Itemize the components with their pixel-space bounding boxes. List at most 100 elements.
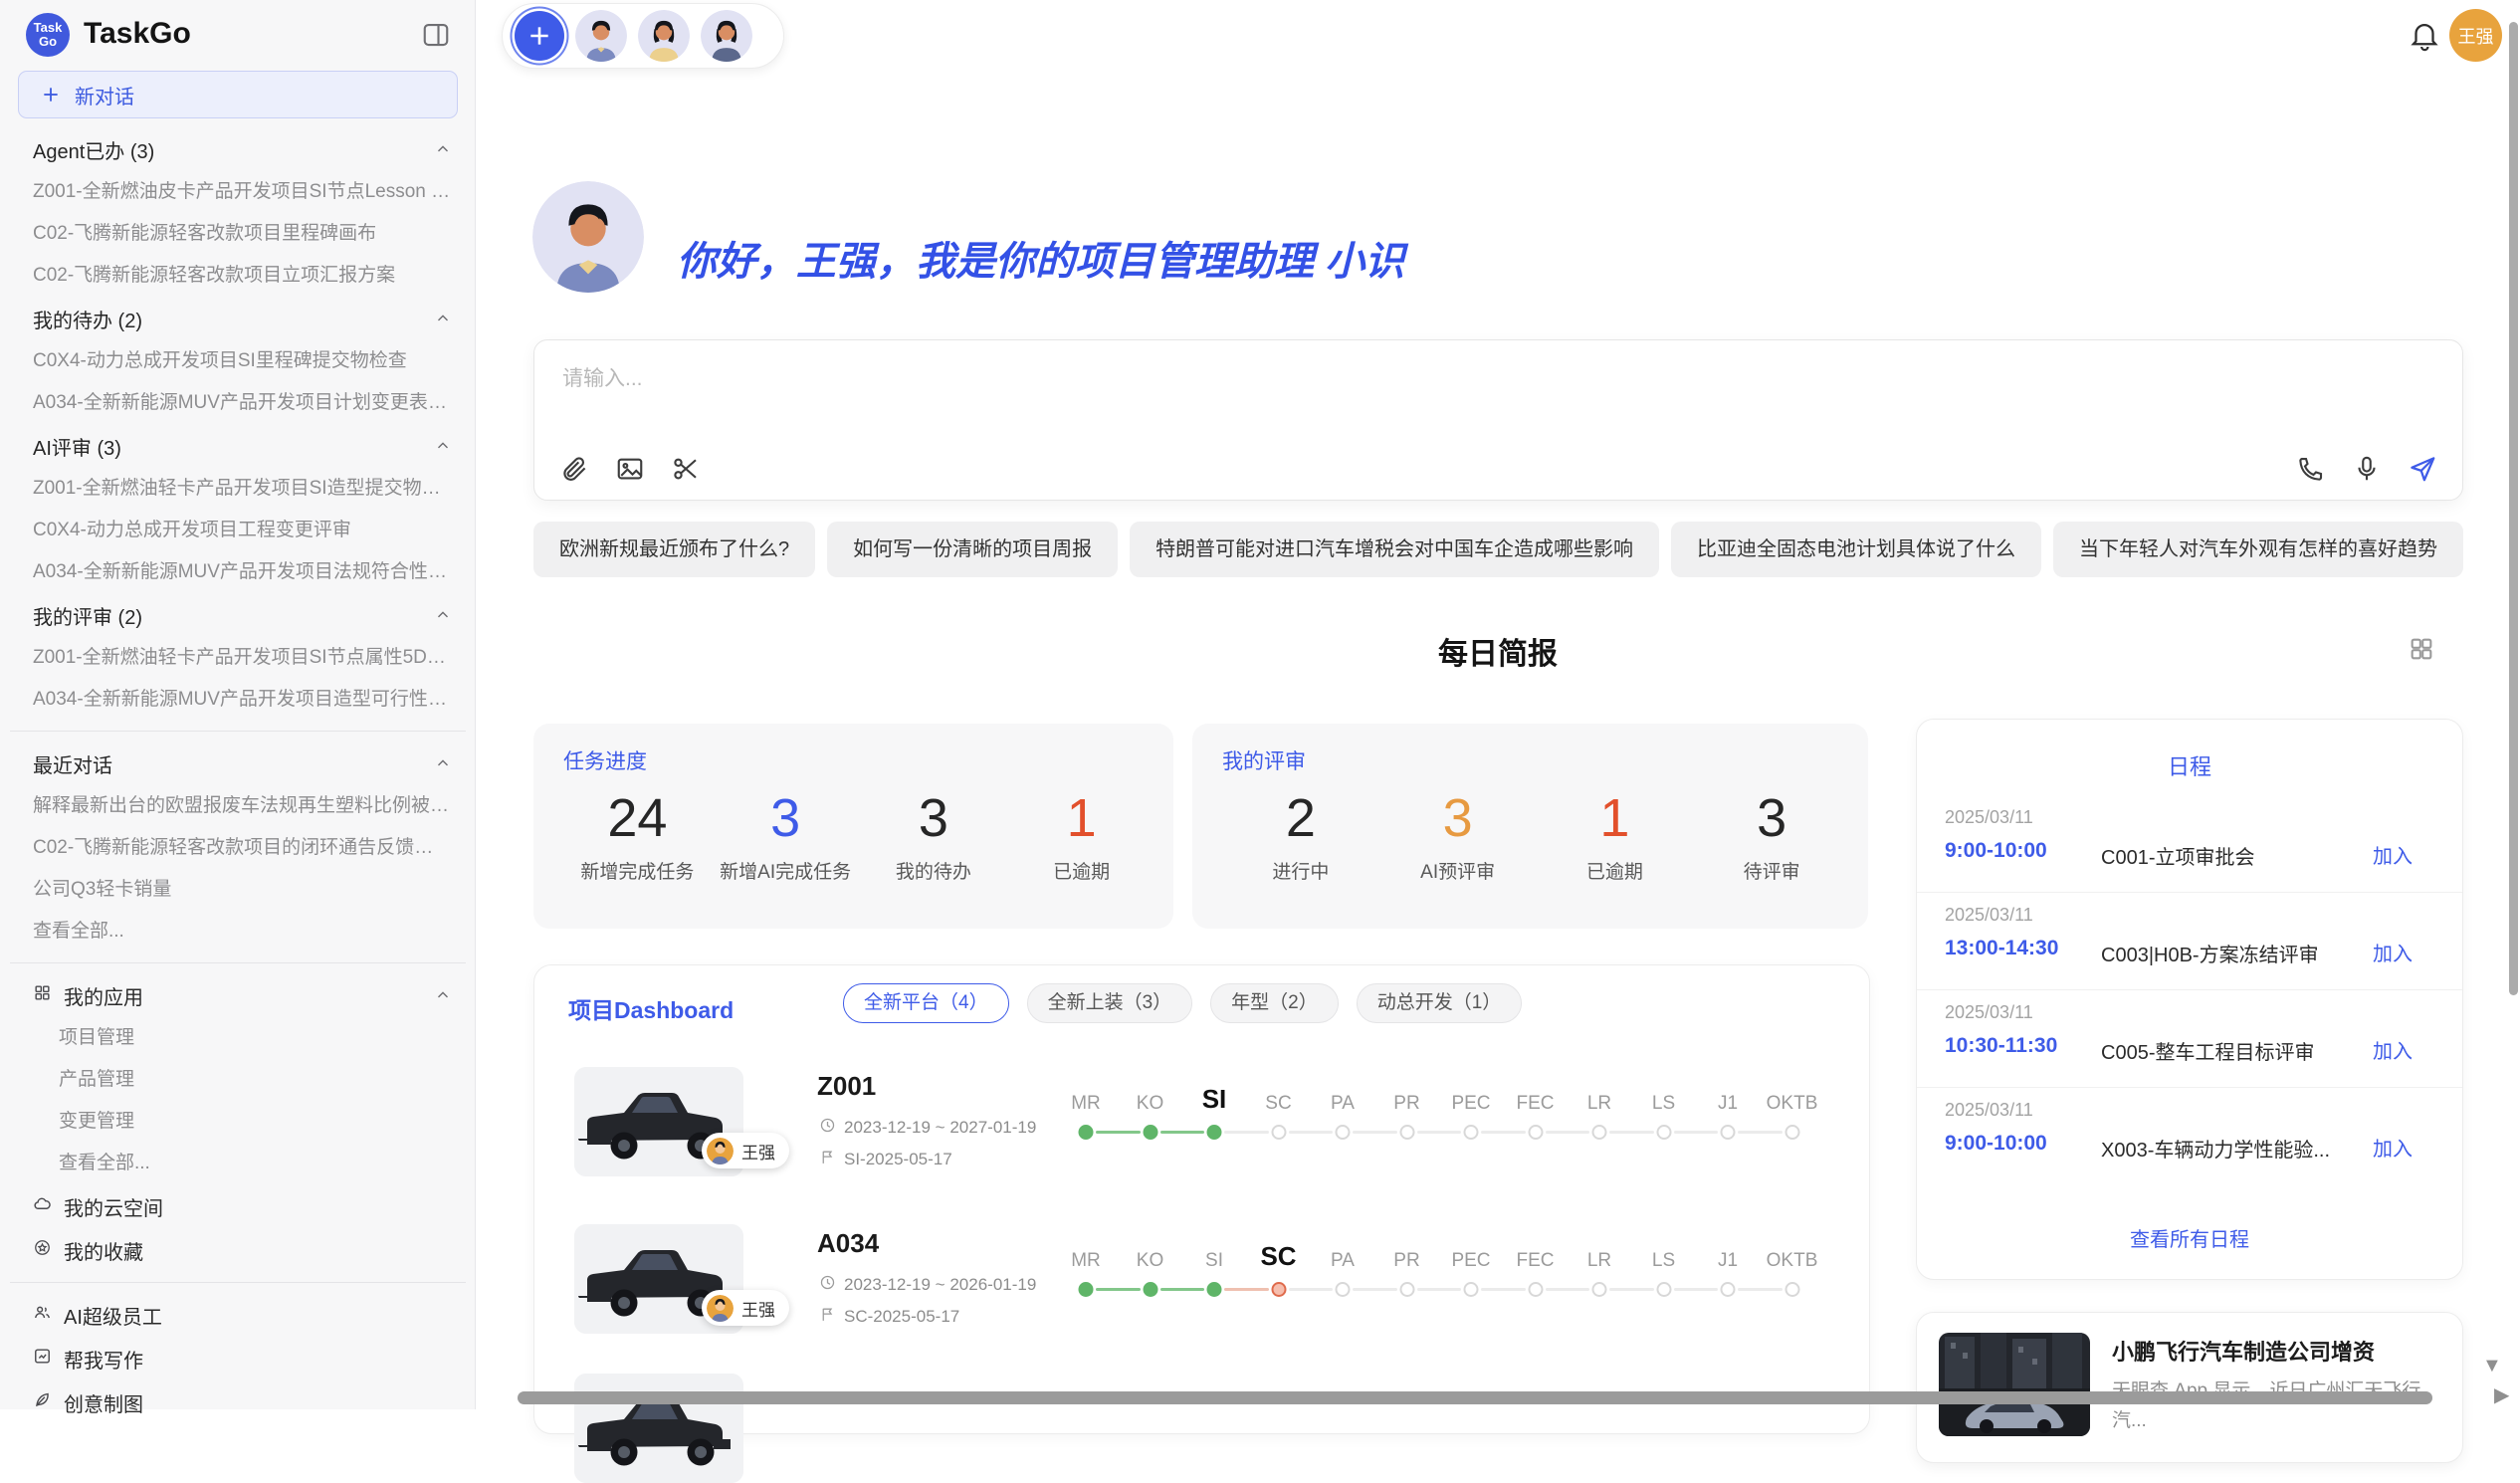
sidebar-item[interactable]: 解释最新出台的欧盟报废车法规再生塑料比例被调至15%... xyxy=(0,785,476,827)
project-owner-badge[interactable]: 王强 xyxy=(702,1290,789,1326)
milestone-dot-PR[interactable] xyxy=(1399,1282,1414,1297)
dashboard-tab-3[interactable]: 年型（2） xyxy=(1210,983,1339,1023)
milestone-dot-FEC[interactable] xyxy=(1528,1125,1543,1140)
user-avatar[interactable]: 王强 xyxy=(2449,9,2502,62)
sidebar-item[interactable]: A034-全新新能源MUV产品开发项目计划变更表编写 xyxy=(0,382,476,424)
milestone-dot-SI[interactable] xyxy=(1207,1282,1222,1297)
dashboard-tab-1[interactable]: 全新平台（4） xyxy=(843,983,1009,1023)
sidebar-item-label: AI超级员工 xyxy=(64,1301,452,1330)
clock-icon xyxy=(819,1117,836,1139)
sidebar-divider xyxy=(10,731,466,732)
sidebar-section-header-s0[interactable]: Agent已办 (3) xyxy=(0,127,476,171)
news-card[interactable]: 小鹏飞行汽车制造公司增资 天眼查 App 显示，近日广州汇天飞行汽... xyxy=(1916,1312,2463,1463)
milestone-dot-LS[interactable] xyxy=(1656,1282,1671,1297)
milestone-connector xyxy=(1224,1131,1269,1134)
milestone-dot-PEC[interactable] xyxy=(1464,1282,1479,1297)
scroll-right-arrow-icon[interactable]: ▶ xyxy=(2494,1385,2509,1405)
phone-call-icon[interactable] xyxy=(2295,454,2327,486)
sidebar-section-header-s2[interactable]: AI评审 (3) xyxy=(0,424,476,468)
microphone-icon[interactable] xyxy=(2351,454,2383,486)
chat-input[interactable] xyxy=(560,360,2157,434)
sidebar-item-feather[interactable]: 创意制图 xyxy=(0,1380,476,1424)
suggestion-chip-4[interactable]: 比亚迪全固态电池计划具体说了什么 xyxy=(1671,522,2041,577)
milestone-dot-KO[interactable] xyxy=(1143,1125,1157,1140)
sidebar-item[interactable]: C02-飞腾新能源轻客改款项目里程碑画布 xyxy=(0,213,476,255)
sidebar-item[interactable]: Z001-全新燃油轻卡产品开发项目SI造型提交物评审 xyxy=(0,468,476,510)
project-date-range: 2023-12-19 ~ 2027-01-19 xyxy=(819,1117,1036,1139)
sidebar-item-write[interactable]: 帮我写作 xyxy=(0,1337,476,1380)
sidebar-divider xyxy=(10,962,466,963)
briefing-layout-grid-icon[interactable] xyxy=(2407,635,2436,665)
milestone-dot-PA[interactable] xyxy=(1336,1125,1351,1140)
sidebar-section-header-s3[interactable]: 我的评审 (2) xyxy=(0,593,476,637)
milestone-dot-J1[interactable] xyxy=(1721,1282,1736,1297)
vertical-scrollbar[interactable] xyxy=(2509,22,2518,995)
sidebar-app-item[interactable]: 变更管理 xyxy=(0,1101,476,1143)
sidebar-item[interactable]: C0X4-动力总成开发项目SI里程碑提交物检查 xyxy=(0,340,476,382)
milestone-label-MR: MR xyxy=(1071,1093,1101,1115)
sidebar-item[interactable]: C02-飞腾新能源轻客改款项目的闭环通告反馈情况 xyxy=(0,827,476,869)
milestone-dot-FEC[interactable] xyxy=(1528,1282,1543,1297)
new-chat-button[interactable]: 新对话 xyxy=(18,71,458,118)
suggestion-chip-3[interactable]: 特朗普可能对进口汽车增税会对中国车企造成哪些影响 xyxy=(1130,522,1659,577)
dashboard-tab-4[interactable]: 动总开发（1） xyxy=(1357,983,1523,1023)
assistant-avatar-3[interactable] xyxy=(701,10,752,62)
milestone-dot-MR[interactable] xyxy=(1079,1125,1094,1140)
add-assistant-button[interactable] xyxy=(515,11,564,61)
milestone-dot-SI[interactable] xyxy=(1207,1125,1222,1140)
suggestion-chip-2[interactable]: 如何写一份清晰的项目周报 xyxy=(827,522,1118,577)
sidebar-view-all-conversations[interactable]: 查看全部... xyxy=(0,911,476,953)
sidebar-item[interactable]: Z001-全新燃油轻卡产品开发项目SI节点属性5D文件评审 xyxy=(0,637,476,679)
sidebar-item[interactable]: A034-全新新能源MUV产品开发项目造型可行性评审 xyxy=(0,679,476,721)
sidebar-item-my-apps[interactable]: 我的应用 xyxy=(0,973,476,1017)
milestone-dot-J1[interactable] xyxy=(1721,1125,1736,1140)
sidebar-item-cloud[interactable]: 我的云空间 xyxy=(0,1184,476,1228)
sidebar-app-item[interactable]: 项目管理 xyxy=(0,1017,476,1059)
join-meeting-link[interactable]: 加入 xyxy=(2367,1132,2418,1163)
sidebar-app-item[interactable]: 产品管理 xyxy=(0,1059,476,1101)
milestone-dot-OKTB[interactable] xyxy=(1785,1125,1799,1140)
sidebar-section-header-recent[interactable]: 最近对话 xyxy=(0,742,476,785)
milestone-dot-SC[interactable] xyxy=(1271,1125,1286,1140)
milestone-dot-MR[interactable] xyxy=(1079,1282,1094,1297)
sidebar-item-star-badge[interactable]: 我的收藏 xyxy=(0,1228,476,1272)
sidebar-item[interactable]: C02-飞腾新能源轻客改款项目立项汇报方案 xyxy=(0,255,476,297)
sidebar-item-people[interactable]: AI超级员工 xyxy=(0,1293,476,1337)
sidebar-collapse-icon[interactable] xyxy=(421,20,451,50)
milestone-dot-PR[interactable] xyxy=(1399,1125,1414,1140)
milestone-dot-OKTB[interactable] xyxy=(1785,1282,1799,1297)
scissors-icon[interactable] xyxy=(670,454,702,486)
project-owner-badge[interactable]: 王强 xyxy=(702,1133,789,1168)
stat-label: 已逾期 xyxy=(1007,857,1155,884)
milestone-dot-SC[interactable] xyxy=(1271,1282,1286,1297)
dashboard-tab-2[interactable]: 全新上装（3） xyxy=(1027,983,1193,1023)
join-meeting-link[interactable]: 加入 xyxy=(2367,937,2418,967)
join-meeting-link[interactable]: 加入 xyxy=(2367,839,2418,870)
milestone-dot-KO[interactable] xyxy=(1143,1282,1157,1297)
milestone-dot-LR[interactable] xyxy=(1592,1282,1607,1297)
attach-icon[interactable] xyxy=(558,454,590,486)
milestone-dot-LR[interactable] xyxy=(1592,1125,1607,1140)
milestone-dot-PA[interactable] xyxy=(1336,1282,1351,1297)
assistant-avatar-1[interactable] xyxy=(575,10,627,62)
suggestion-chip-1[interactable]: 欧洲新规最近颁布了什么? xyxy=(533,522,815,577)
image-upload-icon[interactable] xyxy=(614,454,646,486)
schedule-item-4: 2025/03/119:00-10:00X003-车辆动力学性能验...加入 xyxy=(1917,1088,2462,1184)
sidebar-section-header-s1[interactable]: 我的待办 (2) xyxy=(0,297,476,340)
notification-bell-icon[interactable] xyxy=(2407,18,2442,54)
scroll-down-arrow-icon[interactable]: ▼ xyxy=(2482,1356,2502,1376)
milestone-dot-PEC[interactable] xyxy=(1464,1125,1479,1140)
sidebar-item[interactable]: C0X4-动力总成开发项目工程变更评审 xyxy=(0,510,476,551)
assistant-avatar-2[interactable] xyxy=(638,10,690,62)
sidebar-item[interactable]: Z001-全新燃油皮卡产品开发项目SI节点Lesson Learn报告 xyxy=(0,171,476,213)
sidebar-app-item[interactable]: 查看全部... xyxy=(0,1143,476,1184)
composer-left-tools xyxy=(558,454,702,486)
send-icon[interactable] xyxy=(2407,454,2438,486)
suggestion-chip-5[interactable]: 当下年轻人对汽车外观有怎样的喜好趋势 xyxy=(2053,522,2463,577)
join-meeting-link[interactable]: 加入 xyxy=(2367,1034,2418,1065)
horizontal-scrollbar[interactable] xyxy=(518,1391,2432,1404)
sidebar-item[interactable]: A034-全新新能源MUV产品开发项目法规符合性评审 xyxy=(0,551,476,593)
sidebar-item[interactable]: 公司Q3轻卡销量 xyxy=(0,869,476,911)
view-all-schedule-link[interactable]: 查看所有日程 xyxy=(1917,1222,2462,1253)
milestone-dot-LS[interactable] xyxy=(1656,1125,1671,1140)
